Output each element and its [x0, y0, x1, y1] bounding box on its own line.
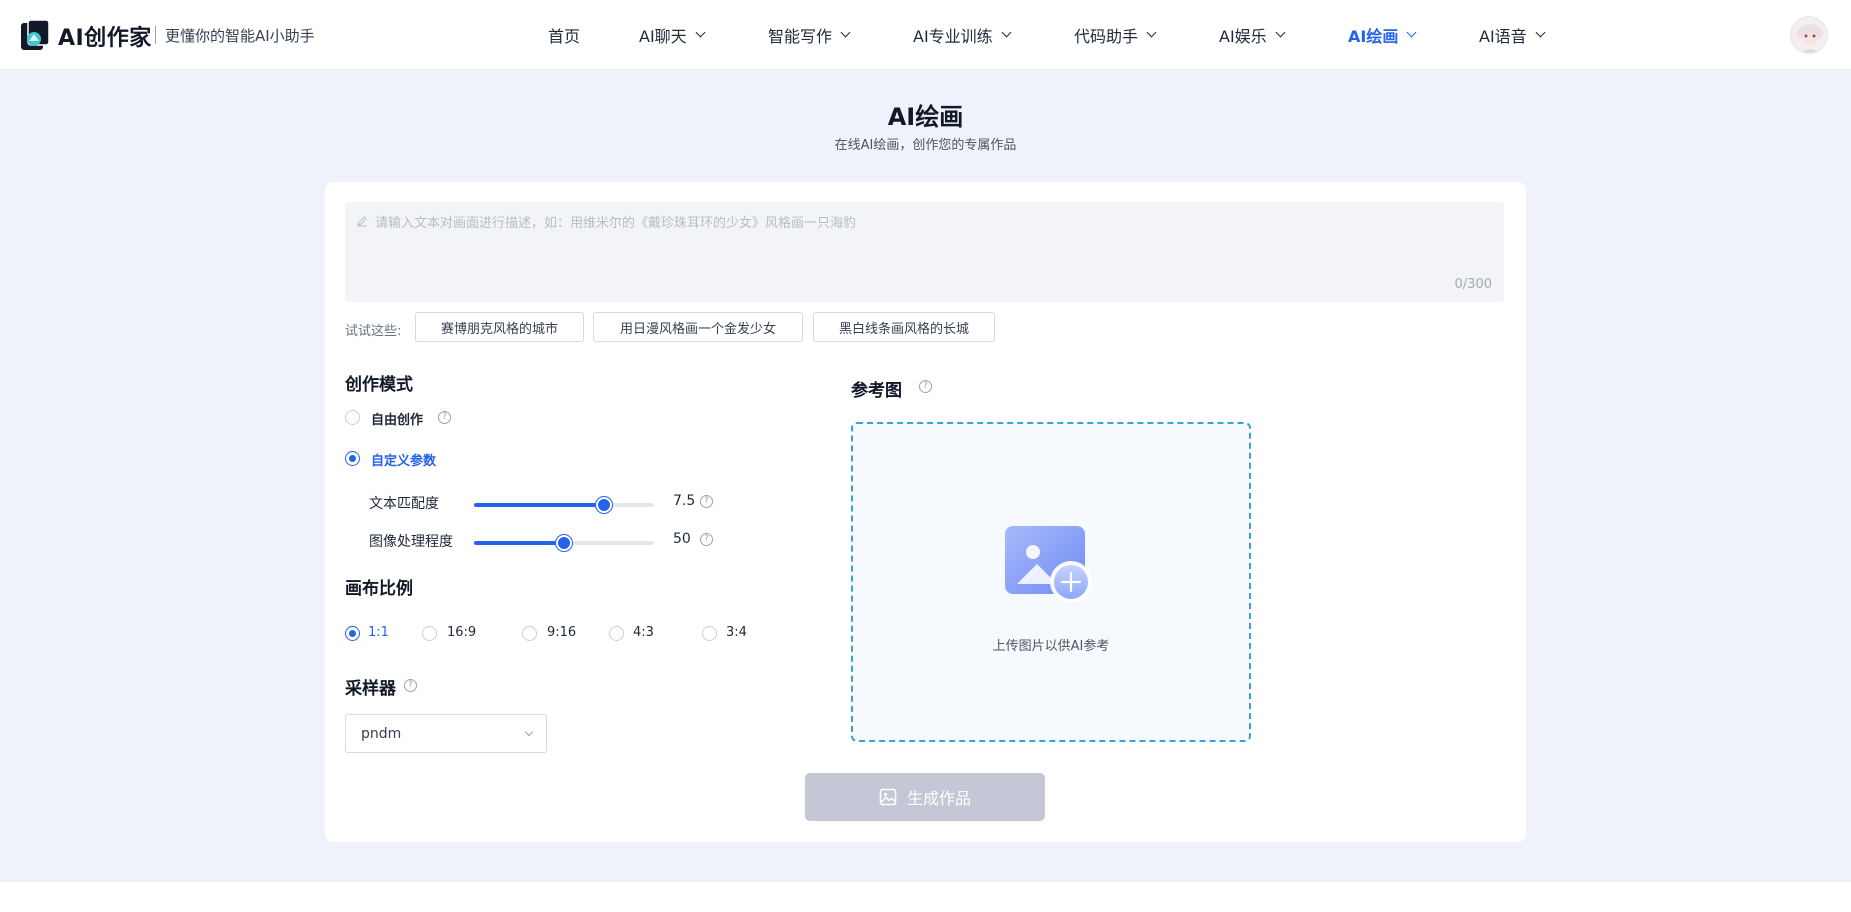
generate-button-label: 生成作品	[906, 789, 971, 808]
image-strength-value: 50	[673, 531, 691, 547]
chevron-down-icon	[1406, 27, 1417, 38]
chevron-down-icon	[840, 27, 851, 38]
nav-home-label: 首页	[548, 27, 581, 46]
radio-ratio-1-1[interactable]	[345, 626, 360, 641]
nav-ai-entertainment[interactable]: AI娱乐	[1219, 0, 1286, 70]
prompt-input[interactable]	[375, 210, 1485, 236]
nav-ai-training-label: AI专业训练	[913, 27, 993, 46]
radio-ratio-3-4[interactable]	[702, 626, 717, 641]
ratio-16-9-label[interactable]: 16:9	[447, 625, 476, 640]
chevron-down-icon	[524, 727, 534, 737]
help-icon[interactable]: ?	[700, 533, 713, 546]
page-footer-strip	[0, 882, 1851, 912]
page-title: AI绘画	[887, 103, 964, 131]
image-strength-label: 图像处理程度	[369, 534, 453, 550]
nav-ai-voice-label: AI语音	[1479, 27, 1527, 46]
chevron-down-icon	[1535, 27, 1546, 38]
user-avatar[interactable]	[1790, 16, 1828, 54]
brand-slogan: 更懂你的智能AI小助手	[165, 27, 315, 45]
prompt-box[interactable]: 0/300	[345, 202, 1504, 302]
character-counter: 0/300	[1454, 277, 1492, 292]
help-icon[interactable]: ?	[919, 380, 932, 393]
nav-ai-chat[interactable]: AI聊天	[639, 0, 706, 70]
pencil-icon	[357, 216, 367, 227]
radio-ratio-16-9[interactable]	[422, 626, 437, 641]
radio-free-creation[interactable]	[345, 410, 360, 425]
chevron-down-icon	[1146, 27, 1157, 38]
avatar-image-icon	[1791, 17, 1827, 53]
nav-code-assistant[interactable]: 代码助手	[1074, 0, 1157, 70]
sampler-select[interactable]: pndm	[345, 714, 547, 753]
chevron-down-icon	[1275, 27, 1286, 38]
help-icon[interactable]: ?	[700, 495, 713, 508]
reference-image-upload[interactable]: 上传图片以供AI参考	[851, 422, 1251, 742]
nav-smart-writing-label: 智能写作	[768, 27, 833, 46]
ratio-1-1-label[interactable]: 1:1	[368, 625, 389, 640]
generate-button[interactable]: 生成作品	[805, 773, 1045, 821]
radio-ratio-4-3[interactable]	[609, 626, 624, 641]
free-creation-label[interactable]: 自由创作	[371, 409, 423, 428]
radio-ratio-9-16[interactable]	[522, 626, 537, 641]
nav-ai-painting-label: AI绘画	[1348, 27, 1399, 46]
ratio-9-16-label[interactable]: 9:16	[547, 625, 576, 640]
sampler-title: 采样器	[345, 679, 396, 699]
creation-mode-title: 创作模式	[345, 375, 413, 395]
image-upload-icon	[1005, 526, 1092, 603]
top-header: AI创作家 更懂你的智能AI小助手 首页 AI聊天 智能写作 AI专业训练 代码…	[0, 0, 1851, 70]
brand-divider	[155, 26, 156, 44]
radio-custom-params[interactable]	[345, 451, 360, 466]
nav-ai-painting[interactable]: AI绘画	[1348, 0, 1417, 70]
nav-home[interactable]: 首页	[548, 0, 580, 70]
brand-logo-icon[interactable]	[20, 19, 50, 51]
slider-thumb[interactable]	[556, 535, 572, 551]
suggestion-chip[interactable]: 用日漫风格画一个金发少女	[593, 312, 803, 342]
image-icon	[879, 788, 897, 806]
painting-form-card: 0/300 试试这些: 赛博朋克风格的城市 用日漫风格画一个金发少女 黑白线条画…	[325, 182, 1526, 842]
slider-fill	[474, 541, 564, 545]
canvas-ratio-title: 画布比例	[345, 579, 413, 599]
ratio-4-3-label[interactable]: 4:3	[633, 625, 654, 640]
nav-ai-chat-label: AI聊天	[639, 27, 687, 46]
nav-ai-voice[interactable]: AI语音	[1479, 0, 1546, 70]
page-subtitle: 在线AI绘画，创作您的专属作品	[834, 138, 1017, 153]
text-match-value: 7.5	[673, 493, 696, 509]
nav-ai-entertainment-label: AI娱乐	[1219, 27, 1267, 46]
nav-code-assistant-label: 代码助手	[1074, 27, 1139, 46]
sampler-selected-value: pndm	[361, 726, 402, 742]
suggestion-chip[interactable]: 赛博朋克风格的城市	[415, 312, 584, 342]
chevron-down-icon	[1001, 27, 1012, 38]
custom-params-label[interactable]: 自定义参数	[371, 450, 436, 469]
ratio-3-4-label[interactable]: 3:4	[726, 625, 747, 640]
help-icon[interactable]: ?	[438, 411, 451, 424]
suggestions-label: 试试这些:	[345, 324, 402, 339]
suggestion-chip[interactable]: 黑白线条画风格的长城	[813, 312, 995, 342]
text-match-label: 文本匹配度	[369, 496, 439, 512]
help-icon[interactable]: ?	[404, 679, 417, 692]
upload-hint-text: 上传图片以供AI参考	[992, 639, 1110, 654]
reference-image-title: 参考图	[851, 381, 902, 401]
slider-thumb[interactable]	[595, 497, 612, 513]
text-match-slider[interactable]	[474, 497, 654, 513]
slider-fill	[474, 503, 604, 507]
image-strength-slider[interactable]	[474, 535, 654, 551]
brand-name[interactable]: AI创作家	[58, 20, 152, 52]
chevron-down-icon	[695, 27, 706, 38]
nav-smart-writing[interactable]: 智能写作	[768, 0, 851, 70]
nav-ai-training[interactable]: AI专业训练	[913, 0, 1012, 70]
